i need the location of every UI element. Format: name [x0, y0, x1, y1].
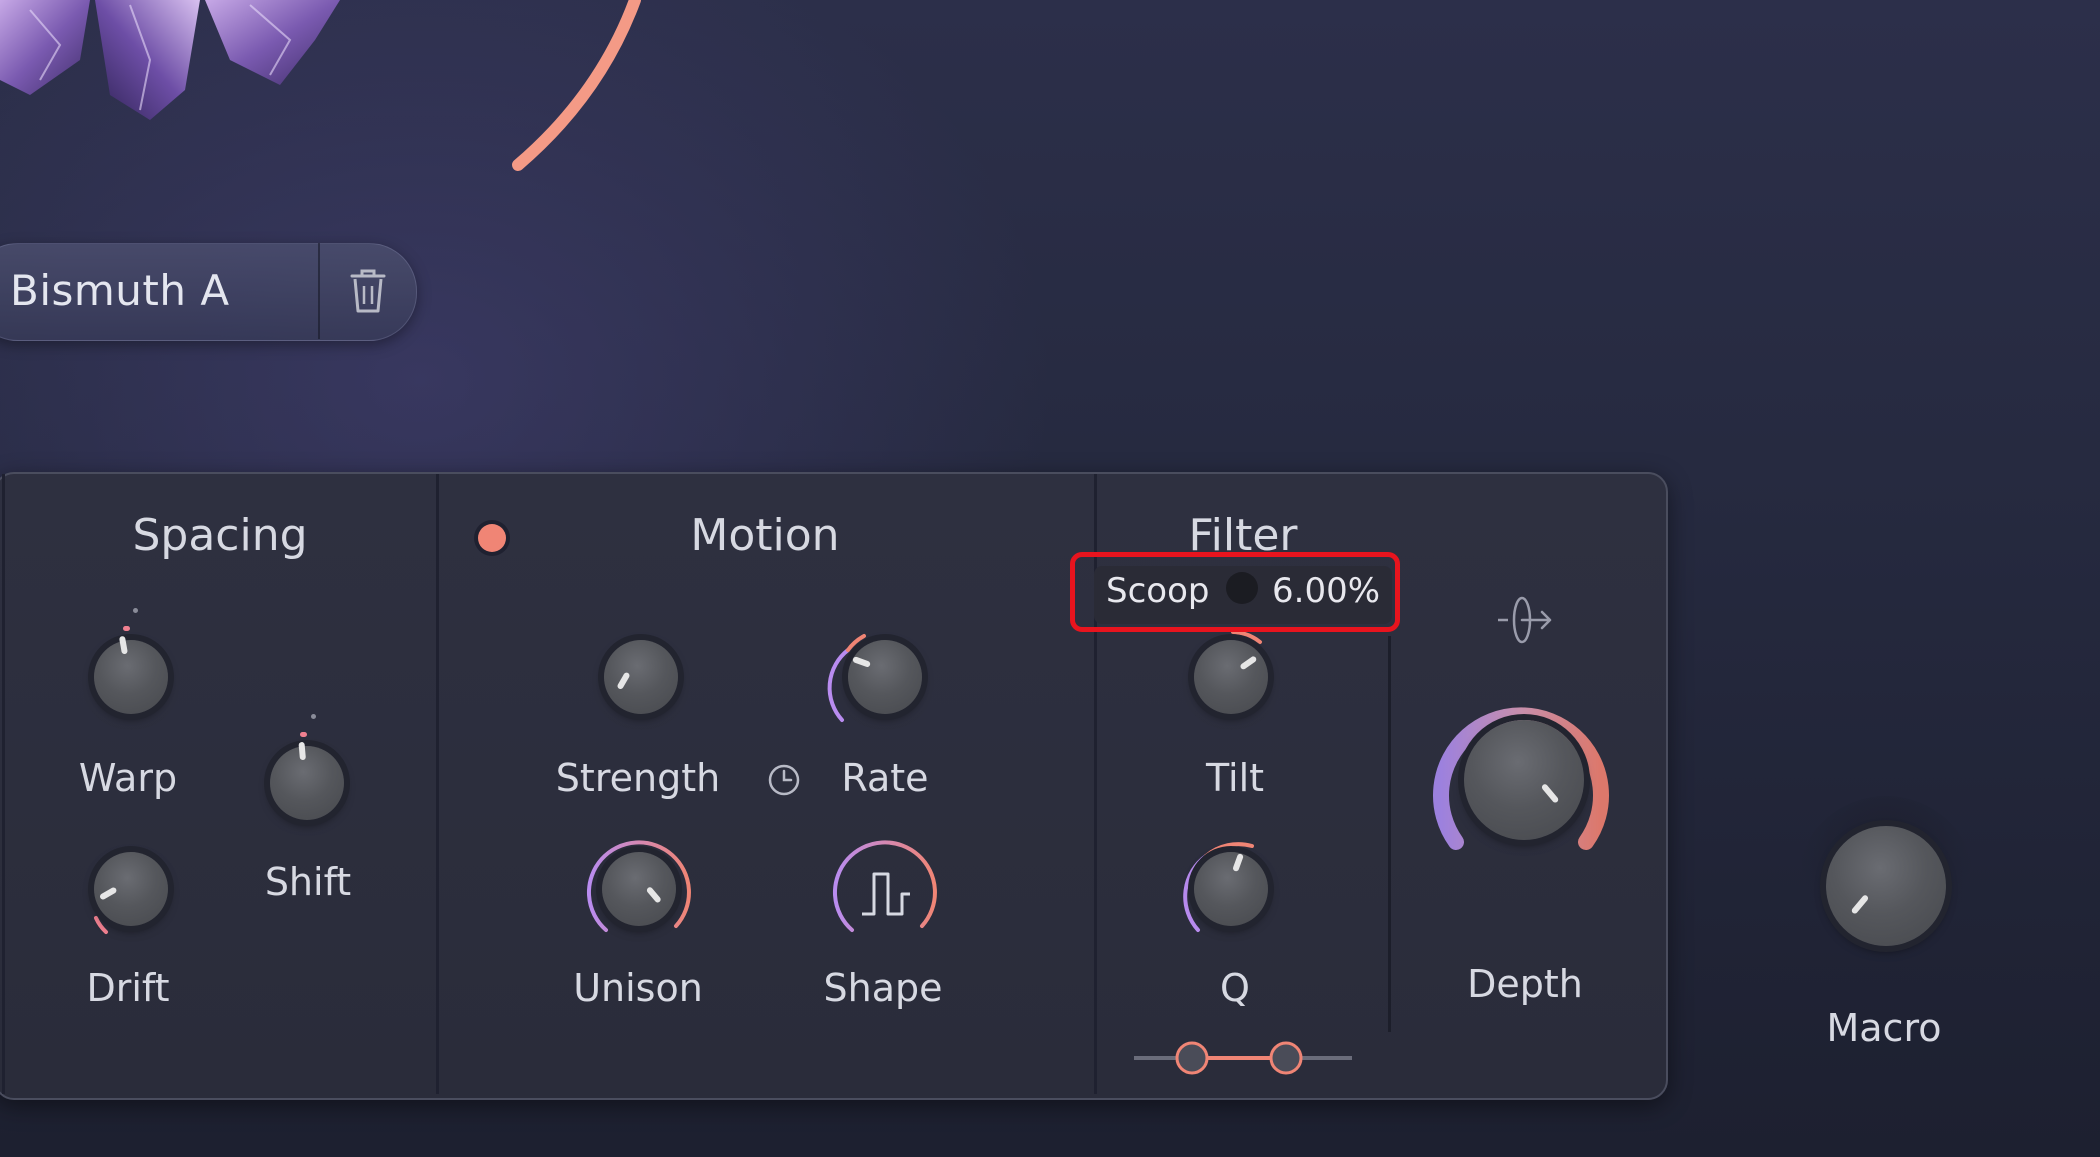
depth-knob[interactable] [1464, 720, 1584, 840]
q-knob[interactable] [1194, 852, 1268, 926]
unison-label: Unison [573, 966, 703, 1010]
tilt-knob[interactable] [1194, 640, 1268, 714]
shape-label: Shape [823, 966, 943, 1010]
clock-icon[interactable] [766, 762, 802, 798]
tilt-label: Tilt [1205, 756, 1265, 800]
q-label: Q [1220, 966, 1250, 1010]
macro-knob[interactable] [1826, 826, 1946, 946]
preset-name[interactable]: Bismuth A [10, 266, 230, 315]
rate-knob[interactable] [848, 640, 922, 714]
drift-knob[interactable] [94, 852, 168, 926]
pill-divider [318, 243, 320, 339]
filter-range-slider[interactable] [1130, 1036, 1356, 1082]
knob-value-marker [300, 732, 307, 737]
knob-center-marker [311, 714, 316, 719]
ring-arc-decoration [512, 0, 641, 171]
square-wave-icon [862, 872, 910, 916]
warp-label: Warp [78, 756, 178, 800]
macro-label: Macro [1826, 1006, 1942, 1050]
strength-label: Strength [555, 756, 721, 800]
section-divider [436, 474, 439, 1094]
shift-knob[interactable] [270, 741, 344, 820]
knob-center-marker [133, 608, 138, 613]
section-title-spacing: Spacing [132, 510, 308, 561]
knob-value-marker [123, 626, 130, 631]
drift-label: Drift [86, 966, 170, 1010]
shift-label: Shift [264, 860, 352, 904]
warp-knob[interactable] [94, 635, 168, 714]
section-title-motion: Motion [690, 510, 840, 561]
section-divider [2, 474, 5, 1094]
rate-label: Rate [841, 756, 929, 800]
depth-label: Depth [1467, 962, 1583, 1006]
strength-knob[interactable] [604, 640, 678, 714]
crystal-artwork [0, 0, 340, 120]
motion-enable-dot[interactable] [478, 524, 506, 552]
highlight-box [1070, 552, 1400, 632]
section-divider [1388, 636, 1391, 1032]
stereo-arrow-icon[interactable] [1496, 592, 1556, 648]
trash-icon[interactable] [346, 266, 390, 316]
unison-knob[interactable] [602, 852, 676, 926]
